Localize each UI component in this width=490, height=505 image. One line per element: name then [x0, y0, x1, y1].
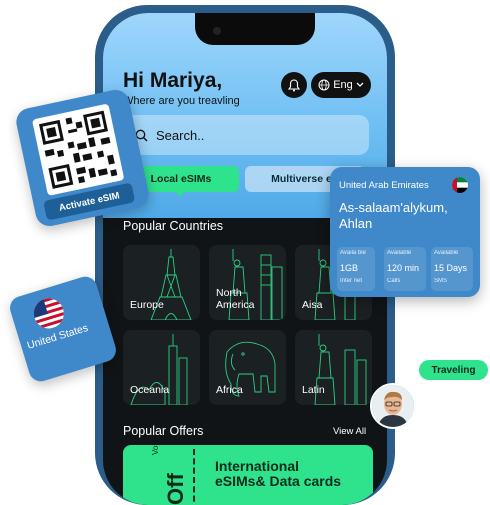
uae-greeting-line1: As-salaam'alykum,	[339, 200, 448, 215]
active-tab-indicator	[177, 190, 183, 196]
popular-countries-title: Popular Countries	[123, 219, 224, 233]
voucher-card[interactable]: Voucher Off International eSIMs& Data ca…	[123, 445, 373, 505]
notification-button[interactable]	[281, 72, 307, 98]
country-card-latin[interactable]: Latin	[295, 330, 372, 405]
qr-code	[31, 103, 125, 196]
united-states-label: United States	[25, 321, 90, 352]
stat-top-label: Available	[434, 250, 459, 256]
traveling-badge: Traveling	[419, 360, 488, 380]
qr-code-icon	[39, 110, 118, 189]
country-label: Aisa	[302, 299, 323, 311]
voucher-big-label: Off	[163, 473, 188, 505]
country-label: Oceania	[130, 384, 170, 396]
uae-info-card[interactable]: United Arab Emirates As-salaam'alykum, A…	[330, 167, 480, 297]
globe-icon	[318, 79, 330, 91]
stat-bottom-label: SMS	[434, 278, 448, 284]
stat-value: 1GB	[340, 263, 359, 273]
country-label: Africa	[216, 384, 243, 396]
voucher-title-line1: International	[215, 458, 300, 474]
language-label: Eng	[333, 79, 353, 91]
country-label: Latin	[302, 384, 325, 396]
country-label: North America	[216, 287, 255, 311]
search-input[interactable]: Search..	[123, 115, 369, 155]
avatar	[370, 383, 416, 429]
greeting-subtitle: Where are you treavling	[123, 95, 240, 107]
person-avatar-icon	[372, 385, 414, 427]
uae-card-title: United Arab Emirates	[339, 180, 429, 191]
stat-sms: Available 15 Days SMS	[431, 247, 473, 291]
greeting-title: Hi Mariya,	[123, 69, 223, 92]
activate-esim-card[interactable]: Activate eSIM	[13, 87, 152, 229]
country-card-oceania[interactable]: Oceania	[123, 330, 200, 405]
bell-icon	[288, 78, 300, 91]
country-card-africa[interactable]: Africa	[209, 330, 286, 405]
language-selector[interactable]: Eng	[311, 72, 371, 98]
voucher-divider	[193, 449, 195, 505]
phone-notch	[195, 13, 315, 45]
search-placeholder: Search..	[156, 127, 205, 143]
voucher-small-label: Voucher	[151, 445, 160, 455]
uae-greeting-line2: Ahlan	[339, 216, 373, 231]
uae-greeting: As-salaam'alykum, Ahlan	[339, 200, 448, 232]
stat-value: 120 min	[387, 263, 420, 273]
chevron-down-icon	[356, 82, 364, 87]
stat-top-label: Available	[387, 250, 412, 256]
stat-top-label: Availa ble	[340, 250, 366, 256]
voucher-title-line2: eSIMs& Data cards	[215, 473, 342, 489]
stat-bottom-label: Calls	[387, 278, 401, 284]
popular-offers-title: Popular Offers	[123, 424, 204, 438]
us-flag-icon	[30, 294, 68, 333]
stat-value: 15 Days	[434, 263, 468, 273]
view-all-link[interactable]: View All	[333, 426, 366, 437]
stat-bottom-label: Inter net	[340, 278, 363, 284]
country-card-north-america[interactable]: North America	[209, 245, 286, 320]
stat-internet: Availa ble 1GB Inter net	[337, 247, 375, 291]
country-label: Europe	[130, 299, 164, 311]
stat-calls: Available 120 min Calls	[384, 247, 426, 291]
uae-flag-icon	[452, 177, 468, 193]
voucher-stub: Voucher Off	[123, 445, 193, 505]
country-card-europe[interactable]: Europe	[123, 245, 200, 320]
